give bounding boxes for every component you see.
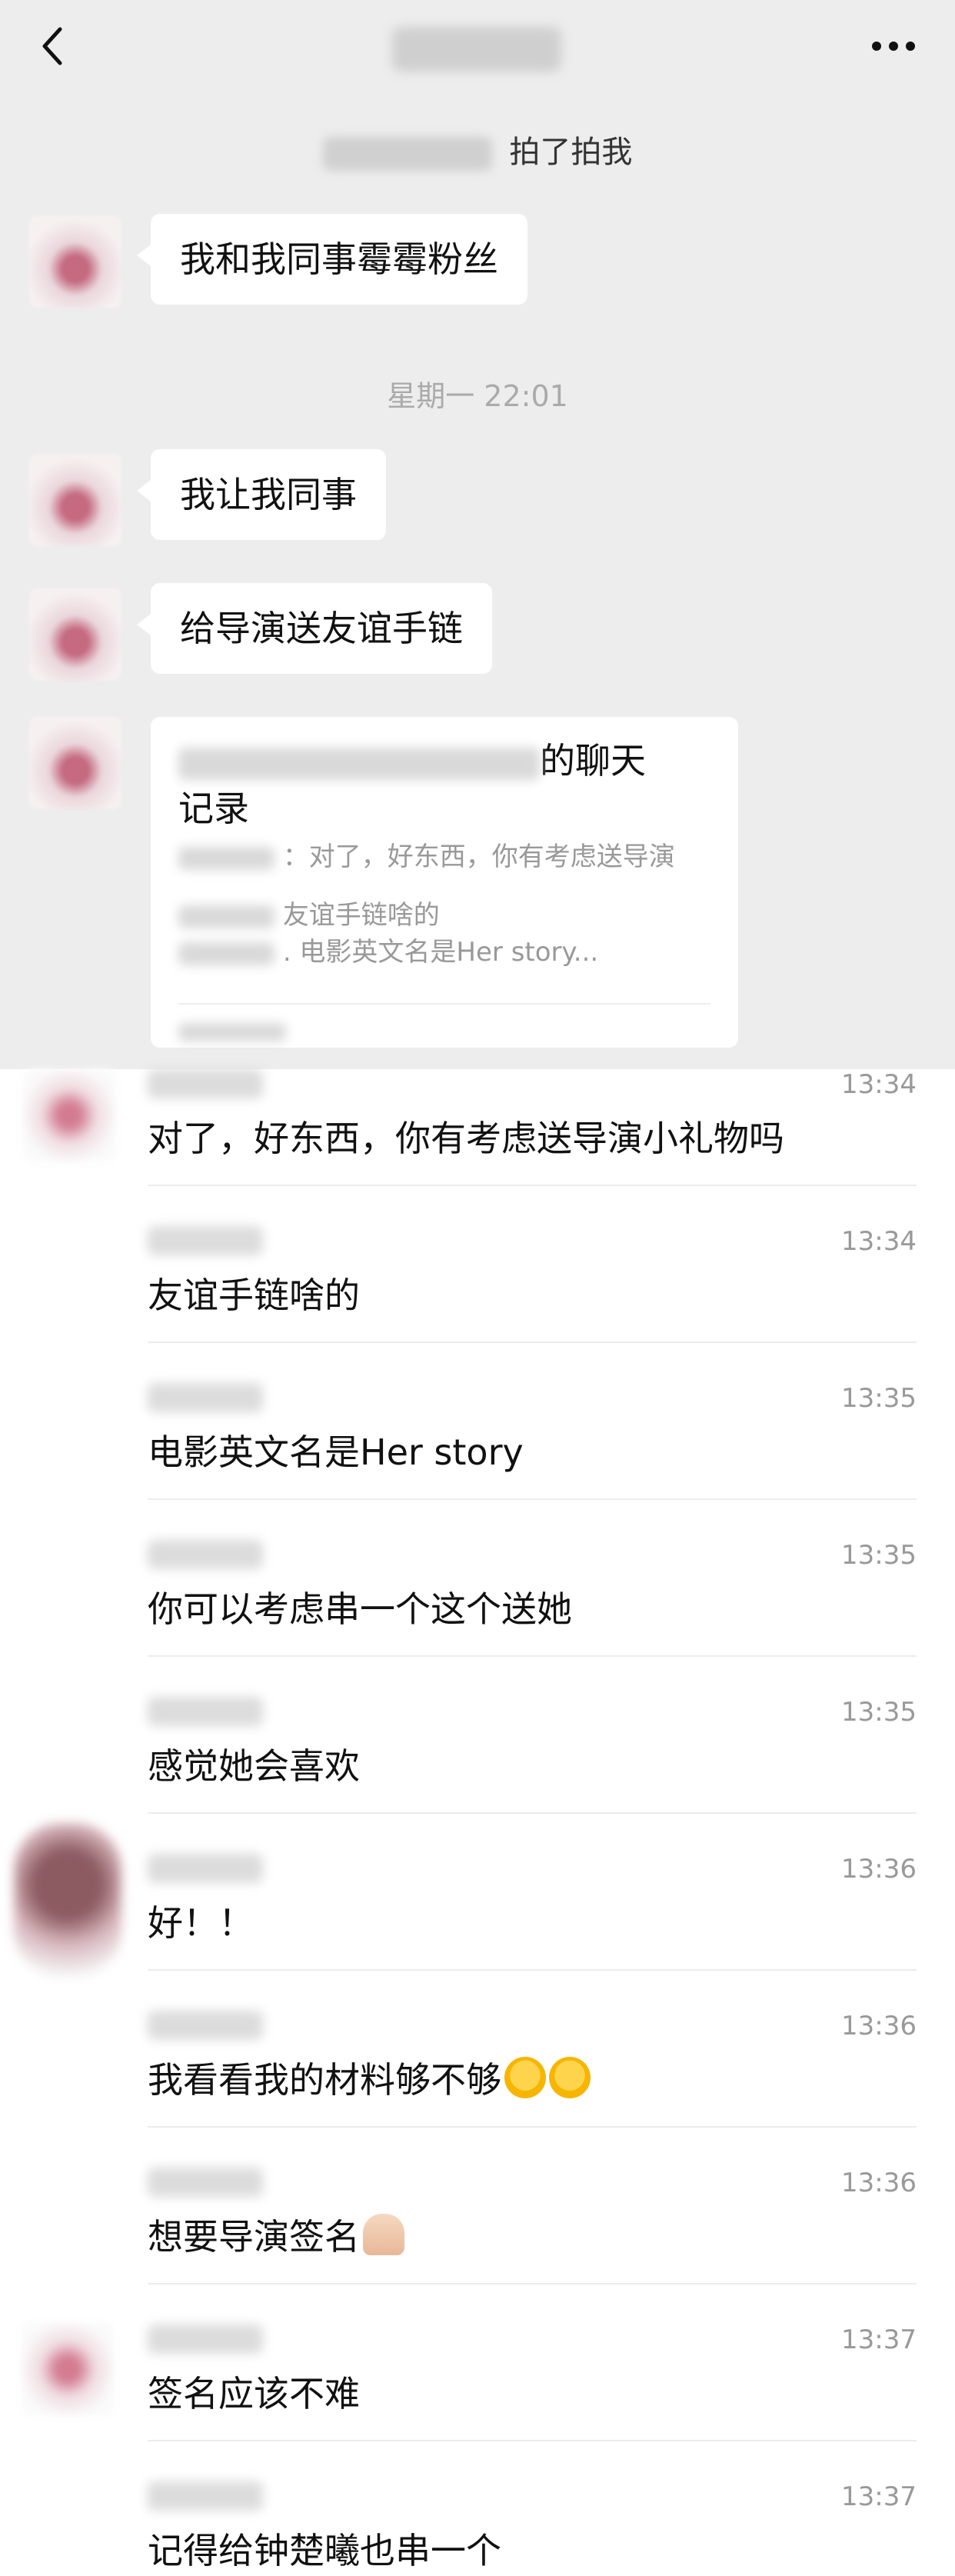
blurred-name	[148, 1383, 263, 1412]
message-time: 13:37	[841, 2324, 917, 2355]
blurred-sender	[178, 905, 275, 928]
blurred-name	[148, 1069, 263, 1098]
divider	[148, 1812, 917, 1814]
chat-record-card[interactable]: 的聊天 记录 ：对了，好东西，你有考虑送导演 友谊手链啥的 . 电影英文名是He…	[151, 717, 738, 1048]
message-time: 13:36	[841, 2168, 917, 2198]
back-icon[interactable]	[31, 23, 77, 69]
message-text: 记得给钟楚曦也串一个	[148, 2530, 501, 2571]
blurred-name	[148, 2011, 263, 2040]
record-footer	[178, 1015, 286, 1046]
blurred-name	[322, 137, 492, 171]
message-time: 13:36	[841, 1854, 917, 1885]
divider	[148, 1341, 917, 1343]
blurred-name	[148, 1226, 263, 1255]
message-text: 电影英文名是Her story	[148, 1431, 524, 1473]
blurred-name	[148, 2324, 263, 2354]
record-line-3: . 电影英文名是Her story...	[178, 935, 598, 969]
timestamp: 星期一 22:01	[387, 379, 568, 413]
message-time: 13:35	[841, 1540, 917, 1571]
message-bubble[interactable]: 给导演送友谊手链	[137, 583, 492, 674]
blurred-name	[148, 1697, 263, 1726]
blurred-name	[148, 1540, 263, 1569]
message-text: 你可以考虑串一个这个送她	[148, 1588, 572, 1630]
avatar[interactable]	[29, 454, 121, 546]
pray-icon	[363, 2214, 404, 2255]
record-title-suffix: 的聊天	[540, 740, 646, 781]
divider	[148, 1498, 917, 1500]
pat-text: 拍了拍我	[509, 135, 633, 170]
blurred-name	[148, 2481, 263, 2511]
message-time: 13:35	[841, 1697, 917, 1728]
message-bubble[interactable]: 我让我同事	[137, 449, 386, 540]
chat-header	[0, 0, 955, 96]
laughing-crying-icon	[549, 2057, 591, 2098]
message-text: 我和我同事霉霉粉丝	[180, 238, 498, 280]
message-time: 13:34	[841, 1226, 917, 1257]
divider	[148, 2126, 917, 2128]
record-divider	[178, 1003, 710, 1005]
message-text: 对了，好东西，你有考虑送导演小礼物吗	[148, 1118, 784, 1159]
record-preview-1: ：对了，好东西，你有考虑送导演	[282, 841, 675, 872]
avatar[interactable]	[23, 1069, 115, 1161]
message-time: 13:36	[841, 2011, 917, 2041]
divider	[148, 1969, 917, 1971]
pat-notice: 拍了拍我	[0, 127, 955, 172]
message-text: 我让我同事	[180, 474, 357, 515]
avatar[interactable]	[29, 215, 121, 308]
message-time: 13:37	[841, 2481, 917, 2512]
record-title: 的聊天 记录	[178, 737, 717, 832]
message-text: 想要导演签名	[148, 2214, 404, 2260]
message-text-content: 想要导演签名	[148, 2216, 360, 2258]
more-icon[interactable]	[863, 23, 924, 69]
message-text: 我看看我的材料够不够	[148, 2057, 591, 2103]
divider	[148, 1655, 917, 1657]
laughing-crying-icon	[504, 2057, 546, 2098]
message-time: 13:35	[841, 1383, 917, 1414]
message-text: 签名应该不难	[148, 2373, 360, 2414]
message-text: 好！！	[148, 1902, 254, 1944]
blurred-sender	[178, 846, 275, 870]
record-line-1: ：对了，好东西，你有考虑送导演	[178, 840, 675, 874]
message-text: 友谊手链啥的	[148, 1275, 360, 1316]
message-text: 给导演送友谊手链	[180, 608, 463, 649]
avatar[interactable]	[29, 588, 121, 681]
chat-title	[392, 27, 561, 72]
blurred-title	[178, 747, 540, 780]
record-preview-3: . 电影英文名是Her story...	[282, 937, 599, 968]
blurred-name	[148, 1854, 263, 1883]
blurred-footer	[178, 1022, 286, 1041]
avatar[interactable]	[22, 2323, 114, 2415]
avatar[interactable]	[29, 717, 121, 809]
divider	[148, 1185, 917, 1186]
avatar[interactable]	[14, 1823, 121, 1977]
message-text-content: 我看看我的材料够不够	[148, 2059, 501, 2101]
blurred-name	[148, 2168, 263, 2197]
record-preview-2: 友谊手链啥的	[282, 900, 440, 931]
message-bubble[interactable]: 我和我同事霉霉粉丝	[137, 214, 527, 305]
record-line-2: 友谊手链啥的	[178, 898, 440, 932]
message-text: 感觉她会喜欢	[148, 1745, 360, 1787]
blurred-sender	[178, 941, 275, 965]
message-time: 13:34	[841, 1069, 917, 1100]
divider	[148, 2440, 917, 2441]
record-title-line2: 记录	[178, 788, 249, 829]
divider	[148, 2283, 917, 2284]
